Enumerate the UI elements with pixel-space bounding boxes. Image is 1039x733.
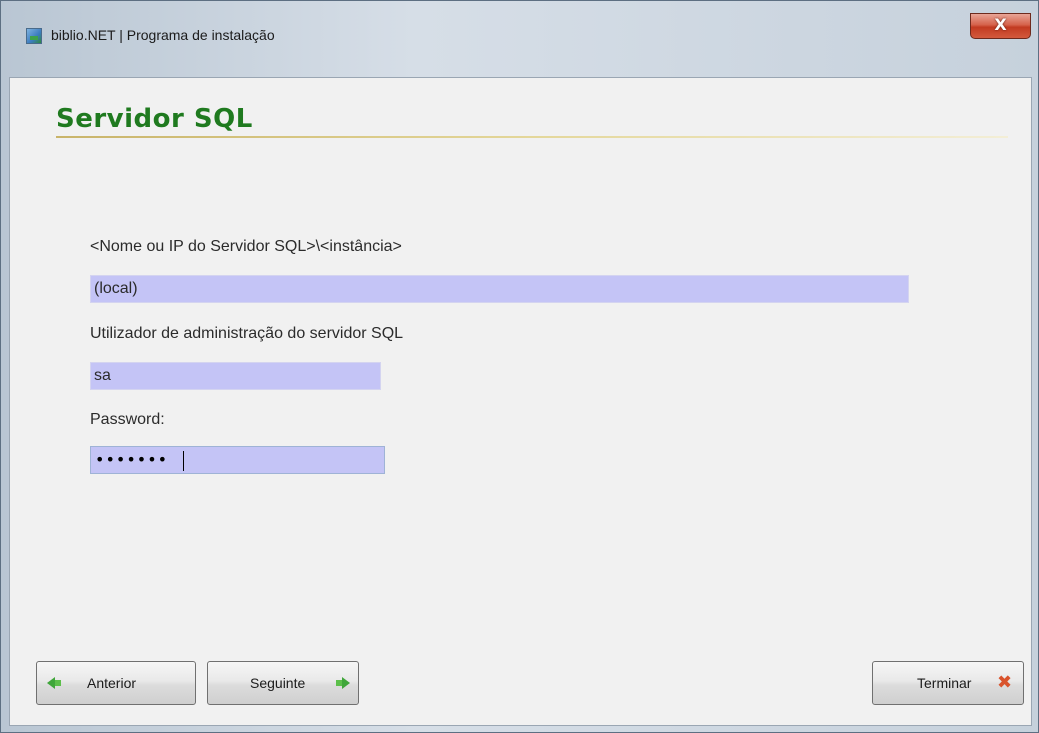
finish-button-label: Terminar	[917, 675, 972, 691]
server-input[interactable]: (local)	[90, 275, 909, 303]
admin-user-label: Utilizador de administração do servidor …	[90, 325, 404, 342]
admin-user-input-value: sa	[94, 367, 111, 384]
window-title: biblio.NET | Programa de instalação	[51, 27, 275, 43]
admin-user-input[interactable]: sa	[90, 362, 381, 390]
installer-window: biblio.NET | Programa de instalação X Se…	[0, 0, 1039, 733]
previous-button[interactable]: Anterior	[36, 661, 196, 705]
wizard-page: Servidor SQL <Nome ou IP do Servidor SQL…	[9, 77, 1032, 726]
window-close-button[interactable]: X	[970, 13, 1031, 39]
arrow-right-icon	[336, 677, 350, 689]
server-input-value: (local)	[94, 280, 138, 297]
password-input-value: •••••••	[95, 450, 169, 469]
finish-button[interactable]: Terminar ✖	[872, 661, 1024, 705]
title-bar[interactable]: biblio.NET | Programa de instalação X	[1, 1, 1038, 71]
text-caret	[183, 451, 184, 471]
next-button[interactable]: Seguinte	[207, 661, 359, 705]
arrow-left-icon	[47, 677, 61, 689]
next-button-label: Seguinte	[250, 675, 306, 691]
server-label: <Nome ou IP do Servidor SQL>\<instância>	[90, 238, 402, 255]
title-divider	[56, 136, 1008, 138]
app-icon	[26, 28, 42, 44]
close-x-icon: ✖	[997, 672, 1013, 693]
page-title: Servidor SQL	[56, 104, 253, 134]
password-label: Password:	[90, 411, 165, 428]
previous-button-label: Anterior	[87, 675, 137, 691]
password-input[interactable]: •••••••	[90, 446, 385, 474]
close-icon: X	[994, 15, 1007, 34]
